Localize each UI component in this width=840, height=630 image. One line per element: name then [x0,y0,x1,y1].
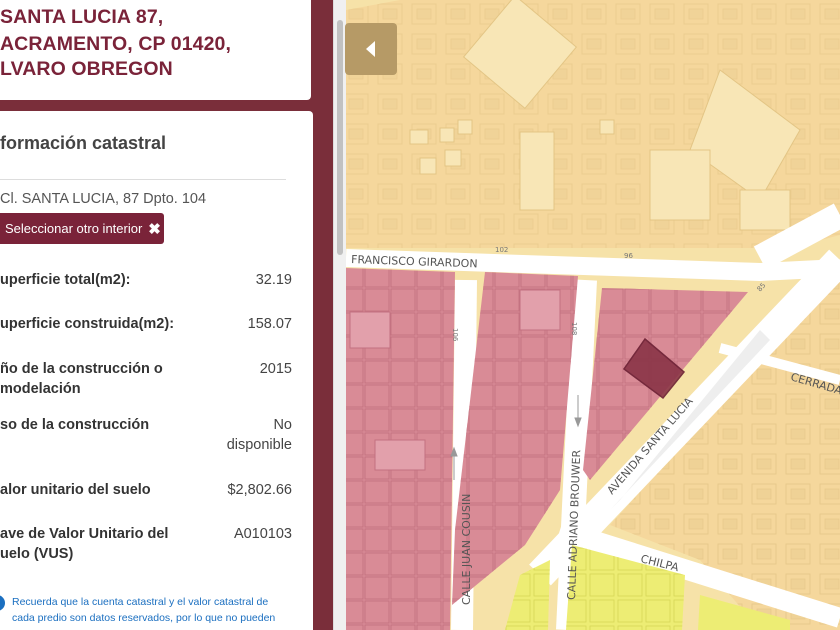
vus-key-value: A010103 [233,526,292,542]
house-number-96: 96 [624,252,633,260]
sidebar: SANTA LUCIA 87, ACRAMENTO, CP 01420, LVA… [0,0,333,630]
address-line-1: SANTA LUCIA 87, [0,6,164,28]
surface-total-value: 32.19 [255,272,292,288]
surface-total-label: uperficie total(m2): [0,272,131,288]
privacy-note: Recuerda que la cuenta catastral y el va… [12,594,292,626]
divider [0,179,286,180]
sidebar-scrollbar[interactable] [333,0,347,630]
map[interactable]: FRANCISCO GIRARDON AVENIDA SANTA LUCIA C… [346,0,840,630]
construction-year-label-1: ño de la construcción o [0,361,163,377]
select-other-interior-button[interactable]: Seleccionar otro interior ✖ [0,213,164,244]
surface-built-value: 158.07 [247,316,292,332]
address-card: SANTA LUCIA 87, ACRAMENTO, CP 01420, LVA… [0,0,311,100]
house-number-102: 102 [495,246,508,254]
close-icon: ✖ [148,220,161,238]
scrollbar-thumb[interactable] [337,20,343,255]
construction-year-value: 2015 [259,361,292,377]
land-unit-value-label: alor unitario del suelo [0,482,151,498]
north-buildings [346,0,840,248]
privacy-note-line-2: cada predio son datos reservados, por lo… [12,612,276,624]
section-title: formación catastral [0,133,167,153]
address-line-3: LVARO OBREGON [0,58,173,80]
collapse-sidebar-button[interactable] [345,23,397,75]
block-west-pink [346,268,455,630]
house-number-106: 106 [451,328,459,342]
surface-built-label: uperficie construida(m2): [0,316,175,332]
vus-key-label-2: uelo (VUS) [0,546,74,562]
construction-use-label: so de la construcción [0,417,150,433]
vus-key-label-1: ave de Valor Unitario del [0,526,169,542]
select-button-label: Seleccionar otro interior [5,221,143,236]
construction-use-value-2: disponible [226,437,292,453]
house-number-108: 108 [570,322,578,335]
info-card: formación catastral Cl. SANTA LUCIA, 87 … [0,111,313,630]
address-line-2: ACRAMENTO, CP 01420, [0,33,232,55]
chevron-left-icon [366,41,375,57]
interior-address: Cl. SANTA LUCIA, 87 Dpto. 104 [0,191,207,207]
land-unit-value: $2,802.66 [227,482,292,498]
construction-year-label-2: modelación [0,381,81,397]
privacy-note-line-1: Recuerda que la cuenta catastral y el va… [12,596,269,608]
construction-use-value-1: No [273,417,292,433]
street-label-calle-juan-cousin: CALLE JUAN COUSIN [460,494,473,605]
info-icon [0,595,5,611]
